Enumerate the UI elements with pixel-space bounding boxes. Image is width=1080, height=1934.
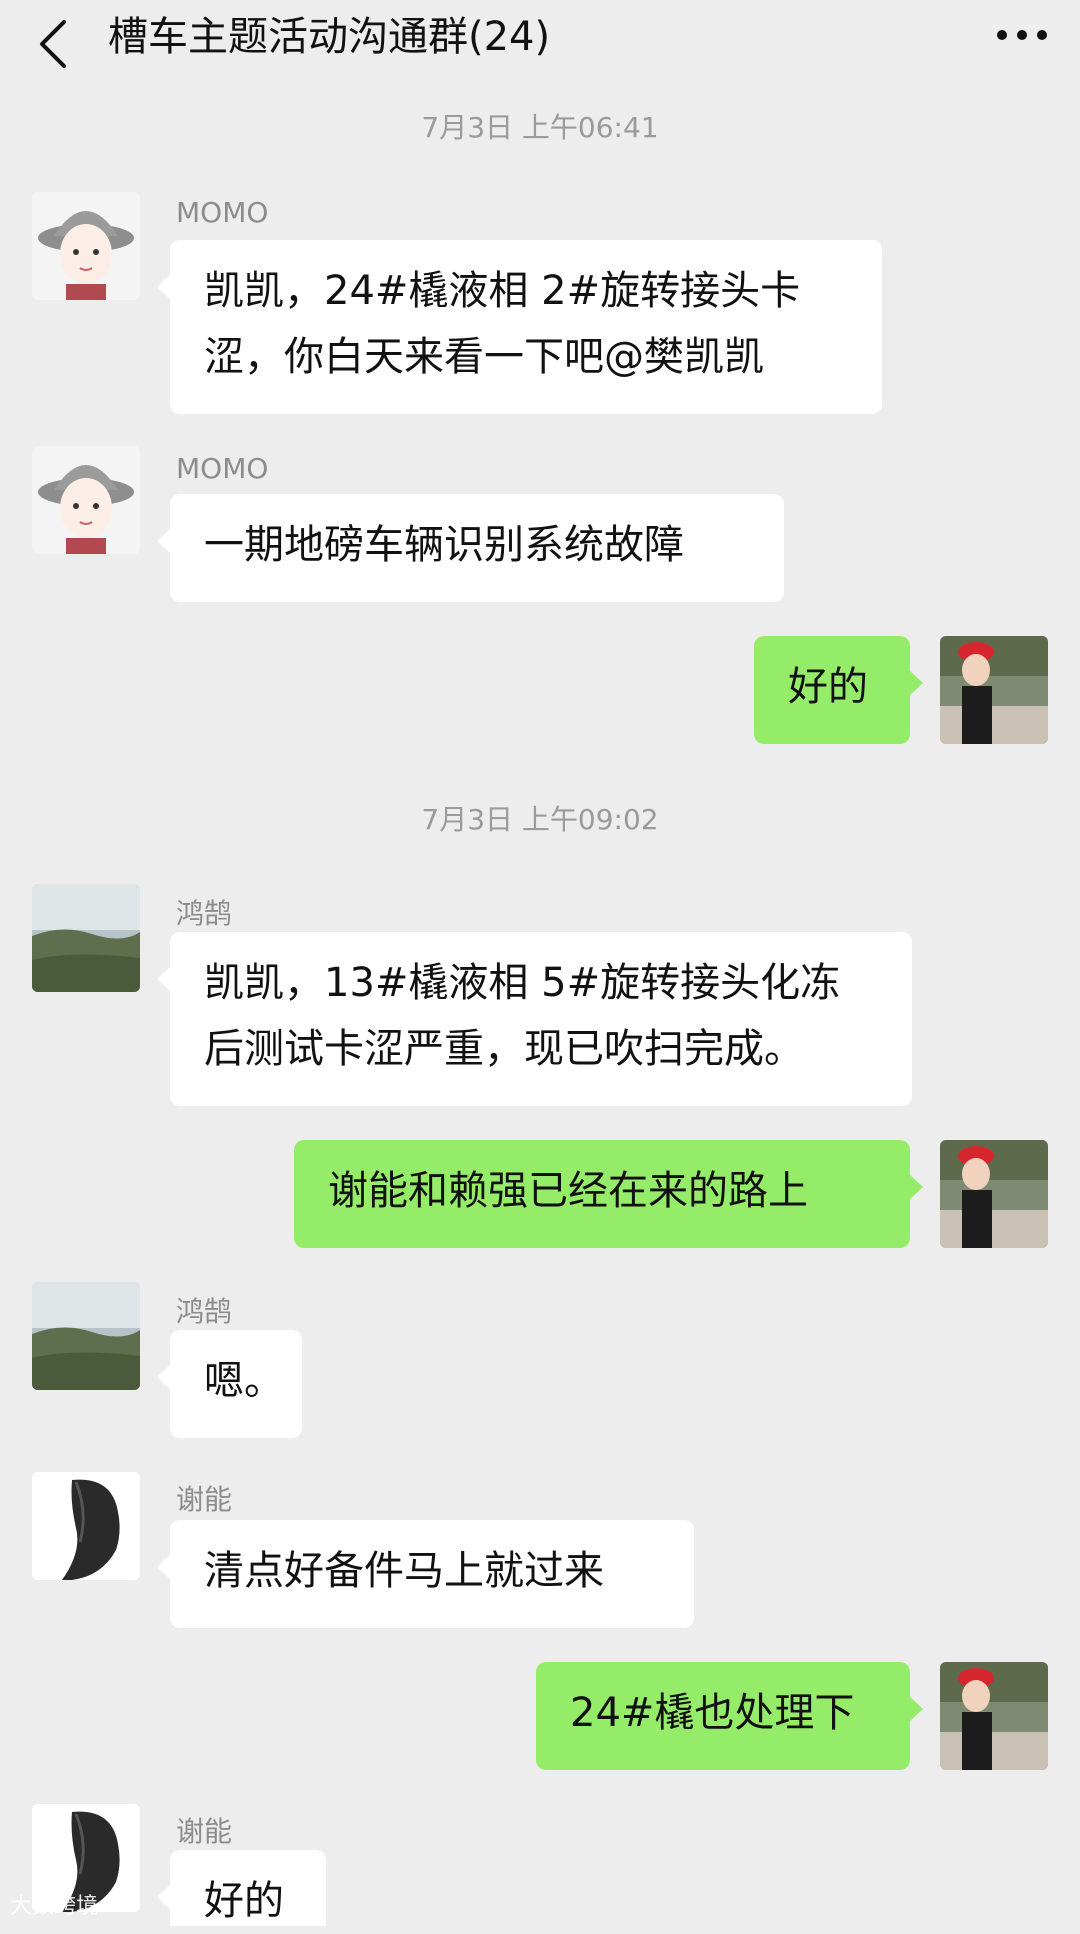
message-bubble[interactable]: 清点好备件马上就过来	[157, 1520, 694, 1628]
timestamp: 7月3日 上午06:41	[421, 111, 659, 144]
sender-name: 谢能	[176, 1815, 233, 1848]
message-text-line: 好的	[788, 664, 868, 710]
message-bubble[interactable]: 凯凯，13#橇液相 5#旋转接头化冻 后测试卡涩严重，现已吹扫完成。	[157, 932, 912, 1106]
chat-title: 槽车主题活动沟通群(24)	[108, 14, 551, 60]
message-text-line: 涩，你白天来看一下吧@樊凯凯	[204, 334, 764, 380]
sender-name: 鸿鹄	[176, 897, 233, 930]
avatar[interactable]	[32, 884, 140, 992]
message-text-line: 谢能和赖强已经在来的路上	[328, 1168, 808, 1214]
message-bubble-outgoing[interactable]: 谢能和赖强已经在来的路上	[294, 1140, 923, 1248]
message-text-line: 凯凯，24#橇液相 2#旋转接头卡	[204, 268, 801, 314]
sender-name: 谢能	[176, 1483, 233, 1516]
avatar-self[interactable]	[940, 636, 1048, 744]
message-bubble[interactable]: 嗯。	[157, 1330, 302, 1438]
message-bubble[interactable]: 好的	[157, 1850, 326, 1926]
more-dots-icon[interactable]	[992, 18, 1052, 52]
avatar-self[interactable]	[940, 1140, 1048, 1248]
sender-name: 鸿鹄	[176, 1295, 233, 1328]
chevron-left-icon[interactable]	[32, 14, 78, 74]
avatar-self[interactable]	[940, 1662, 1048, 1770]
message-bubble[interactable]: 一期地磅车辆识别系统故障	[157, 494, 784, 602]
message-text-line: 好的	[204, 1878, 284, 1924]
sender-name: MOMO	[176, 452, 269, 485]
avatar[interactable]	[32, 192, 140, 300]
sender-name: MOMO	[176, 196, 269, 229]
message-bubble-outgoing[interactable]: 好的	[754, 636, 923, 744]
chat-header: 槽车主题活动沟通群(24)	[0, 0, 1080, 92]
message-bubble[interactable]: 凯凯，24#橇液相 2#旋转接头卡 涩，你白天来看一下吧@樊凯凯	[157, 240, 882, 414]
avatar[interactable]	[32, 446, 140, 554]
message-text-line: 嗯。	[204, 1358, 284, 1404]
message-text-line: 一期地磅车辆识别系统故障	[204, 522, 684, 568]
avatar[interactable]	[32, 1472, 140, 1580]
watermark: 大数跨境	[10, 1894, 99, 1919]
avatar[interactable]	[32, 1282, 140, 1390]
message-text-line: 24#橇也处理下	[570, 1690, 855, 1736]
message-text-line: 清点好备件马上就过来	[204, 1548, 604, 1594]
message-text-line: 凯凯，13#橇液相 5#旋转接头化冻	[204, 960, 841, 1006]
message-text-line: 后测试卡涩严重，现已吹扫完成。	[204, 1026, 804, 1072]
message-bubble-outgoing[interactable]: 24#橇也处理下	[536, 1662, 923, 1770]
timestamp: 7月3日 上午09:02	[421, 803, 659, 836]
